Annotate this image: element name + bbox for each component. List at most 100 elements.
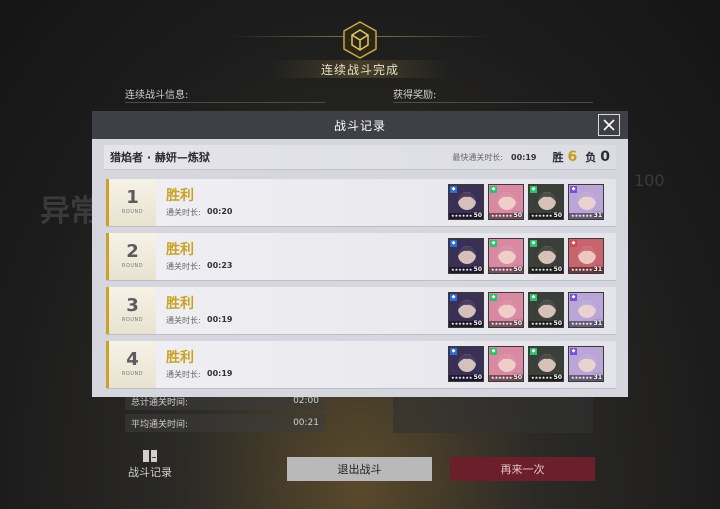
round-number-box: 3 ROUND <box>106 287 156 334</box>
close-button[interactable] <box>598 114 620 136</box>
stage-name: 猎焰者 · 赫妍—炼狱 <box>110 151 210 164</box>
star-rating: ★★★★★★ <box>451 321 473 326</box>
class-badge-icon: ◆ <box>490 186 497 193</box>
win-count: 6 <box>567 149 578 165</box>
character-card[interactable]: ◆ ★★★★★★ 50 <box>448 346 484 382</box>
round-row: 2 ROUND 胜利 通关时长: 00:23 ◆ ★★★★★★ 50 ◆ ★★★★★★ 50 ◆ ★★★… <box>106 233 616 280</box>
average-time-value: 00:21 <box>293 418 319 428</box>
record-summary-bar: 猎焰者 · 赫妍—炼狱 最快通关时长: 00:19 胜 6 负 0 <box>104 145 616 170</box>
reward-label: 获得奖励: <box>393 90 437 101</box>
character-card[interactable]: ◆ ★★★★★★ 50 <box>448 184 484 220</box>
star-rating: ★★★★★★ <box>531 213 553 218</box>
class-badge-icon: ◆ <box>570 294 577 301</box>
round-number: 2 <box>126 241 139 262</box>
win-label: 胜 <box>552 151 564 164</box>
class-badge-icon: ◆ <box>450 348 457 355</box>
star-rating: ★★★★★★ <box>571 375 593 380</box>
character-card[interactable]: ◆ ★★★★★★ 31 <box>568 292 604 328</box>
class-badge-icon: ◆ <box>570 186 577 193</box>
round-number: 1 <box>126 187 139 208</box>
character-level: 50 <box>473 212 482 219</box>
character-card[interactable]: ◆ ★★★★★★ 50 <box>528 346 564 382</box>
character-level: 50 <box>553 266 562 273</box>
exit-battle-button[interactable]: 退出战斗 <box>287 457 432 481</box>
round-result: 胜利 <box>166 350 194 366</box>
character-card[interactable]: ◆ ★★★★★★ 31 <box>568 346 604 382</box>
character-card[interactable]: ◆ ★★★★★★ 50 <box>448 238 484 274</box>
character-level: 50 <box>513 374 522 381</box>
class-badge-icon: ◆ <box>450 186 457 193</box>
class-badge-icon: ◆ <box>530 240 537 247</box>
round-number: 3 <box>126 295 139 316</box>
round-word: ROUND <box>121 263 144 269</box>
divider <box>125 102 325 103</box>
divider <box>393 102 593 103</box>
completion-emblem-icon <box>338 18 382 62</box>
round-time-label: 通关时长: <box>166 316 201 325</box>
average-time-row: 平均通关时间: 00:21 <box>125 414 325 432</box>
class-badge-icon: ◆ <box>490 348 497 355</box>
round-time-label: 通关时长: <box>166 208 201 217</box>
fastest-time-value: 00:19 <box>511 152 537 162</box>
loss-label: 负 <box>585 151 597 164</box>
round-number-box: 2 ROUND <box>106 233 156 280</box>
round-number-box: 4 ROUND <box>106 341 156 388</box>
character-card[interactable]: ◆ ★★★★★★ 31 <box>568 184 604 220</box>
completion-title: 连续战斗完成 <box>320 63 399 77</box>
star-rating: ★★★★★★ <box>451 375 473 380</box>
round-row: 3 ROUND 胜利 通关时长: 00:19 ◆ ★★★★★★ 50 ◆ ★★★★★★ 50 ◆ ★★★… <box>106 287 616 334</box>
star-rating: ★★★★★★ <box>491 321 513 326</box>
character-card[interactable]: ◆ ★★★★★★ 50 <box>528 184 564 220</box>
star-rating: ★★★★★★ <box>491 213 513 218</box>
battle-info-label: 连续战斗信息: <box>125 90 189 101</box>
background-decoration-number: 100 <box>628 165 698 345</box>
character-card[interactable]: ◆ ★★★★★★ 50 <box>488 184 524 220</box>
round-time-value: 00:23 <box>207 261 233 270</box>
star-rating: ★★★★★★ <box>451 213 473 218</box>
retry-button[interactable]: 再来一次 <box>450 457 595 481</box>
character-level: 50 <box>553 212 562 219</box>
round-number-box: 1 ROUND <box>106 179 156 226</box>
character-level: 50 <box>513 212 522 219</box>
star-rating: ★★★★★★ <box>531 375 553 380</box>
character-level: 50 <box>473 320 482 327</box>
loss-count: 0 <box>600 149 610 165</box>
close-icon <box>603 119 615 131</box>
character-card[interactable]: ◆ ★★★★★★ 50 <box>528 238 564 274</box>
round-result: 胜利 <box>166 188 194 204</box>
class-badge-icon: ◆ <box>570 348 577 355</box>
class-badge-icon: ◆ <box>490 240 497 247</box>
battle-record-button[interactable]: 战斗记录 <box>125 450 175 480</box>
round-word: ROUND <box>121 209 144 215</box>
round-result: 胜利 <box>166 296 194 312</box>
character-level: 31 <box>593 320 602 327</box>
total-time-value: 02:00 <box>293 396 319 406</box>
modal-title: 战斗记录 <box>333 118 386 133</box>
star-rating: ★★★★★★ <box>531 321 553 326</box>
character-level: 31 <box>593 212 602 219</box>
character-card[interactable]: ◆ ★★★★★★ 50 <box>528 292 564 328</box>
round-row: 1 ROUND 胜利 通关时长: 00:20 ◆ ★★★★★★ 50 ◆ ★★★★★★ 50 ◆ ★★★… <box>106 179 616 226</box>
character-card[interactable]: ◆ ★★★★★★ 31 <box>568 238 604 274</box>
background-number: 100 <box>634 171 665 190</box>
character-card[interactable]: ◆ ★★★★★★ 50 <box>488 346 524 382</box>
character-card[interactable]: ◆ ★★★★★★ 50 <box>488 238 524 274</box>
star-rating: ★★★★★★ <box>571 267 593 272</box>
round-time-value: 00:20 <box>207 207 233 216</box>
star-rating: ★★★★★★ <box>491 375 513 380</box>
character-level: 50 <box>553 374 562 381</box>
round-time-value: 00:19 <box>207 315 233 324</box>
character-level: 50 <box>513 266 522 273</box>
battle-record-label: 战斗记录 <box>128 466 172 479</box>
class-badge-icon: ◆ <box>530 186 537 193</box>
round-word: ROUND <box>121 317 144 323</box>
reward-panel <box>393 393 593 433</box>
round-time-label: 通关时长: <box>166 262 201 271</box>
character-level: 50 <box>553 320 562 327</box>
character-level: 50 <box>513 320 522 327</box>
star-rating: ★★★★★★ <box>531 267 553 272</box>
star-rating: ★★★★★★ <box>451 267 473 272</box>
record-book-icon <box>143 450 157 462</box>
character-card[interactable]: ◆ ★★★★★★ 50 <box>448 292 484 328</box>
character-card[interactable]: ◆ ★★★★★★ 50 <box>488 292 524 328</box>
